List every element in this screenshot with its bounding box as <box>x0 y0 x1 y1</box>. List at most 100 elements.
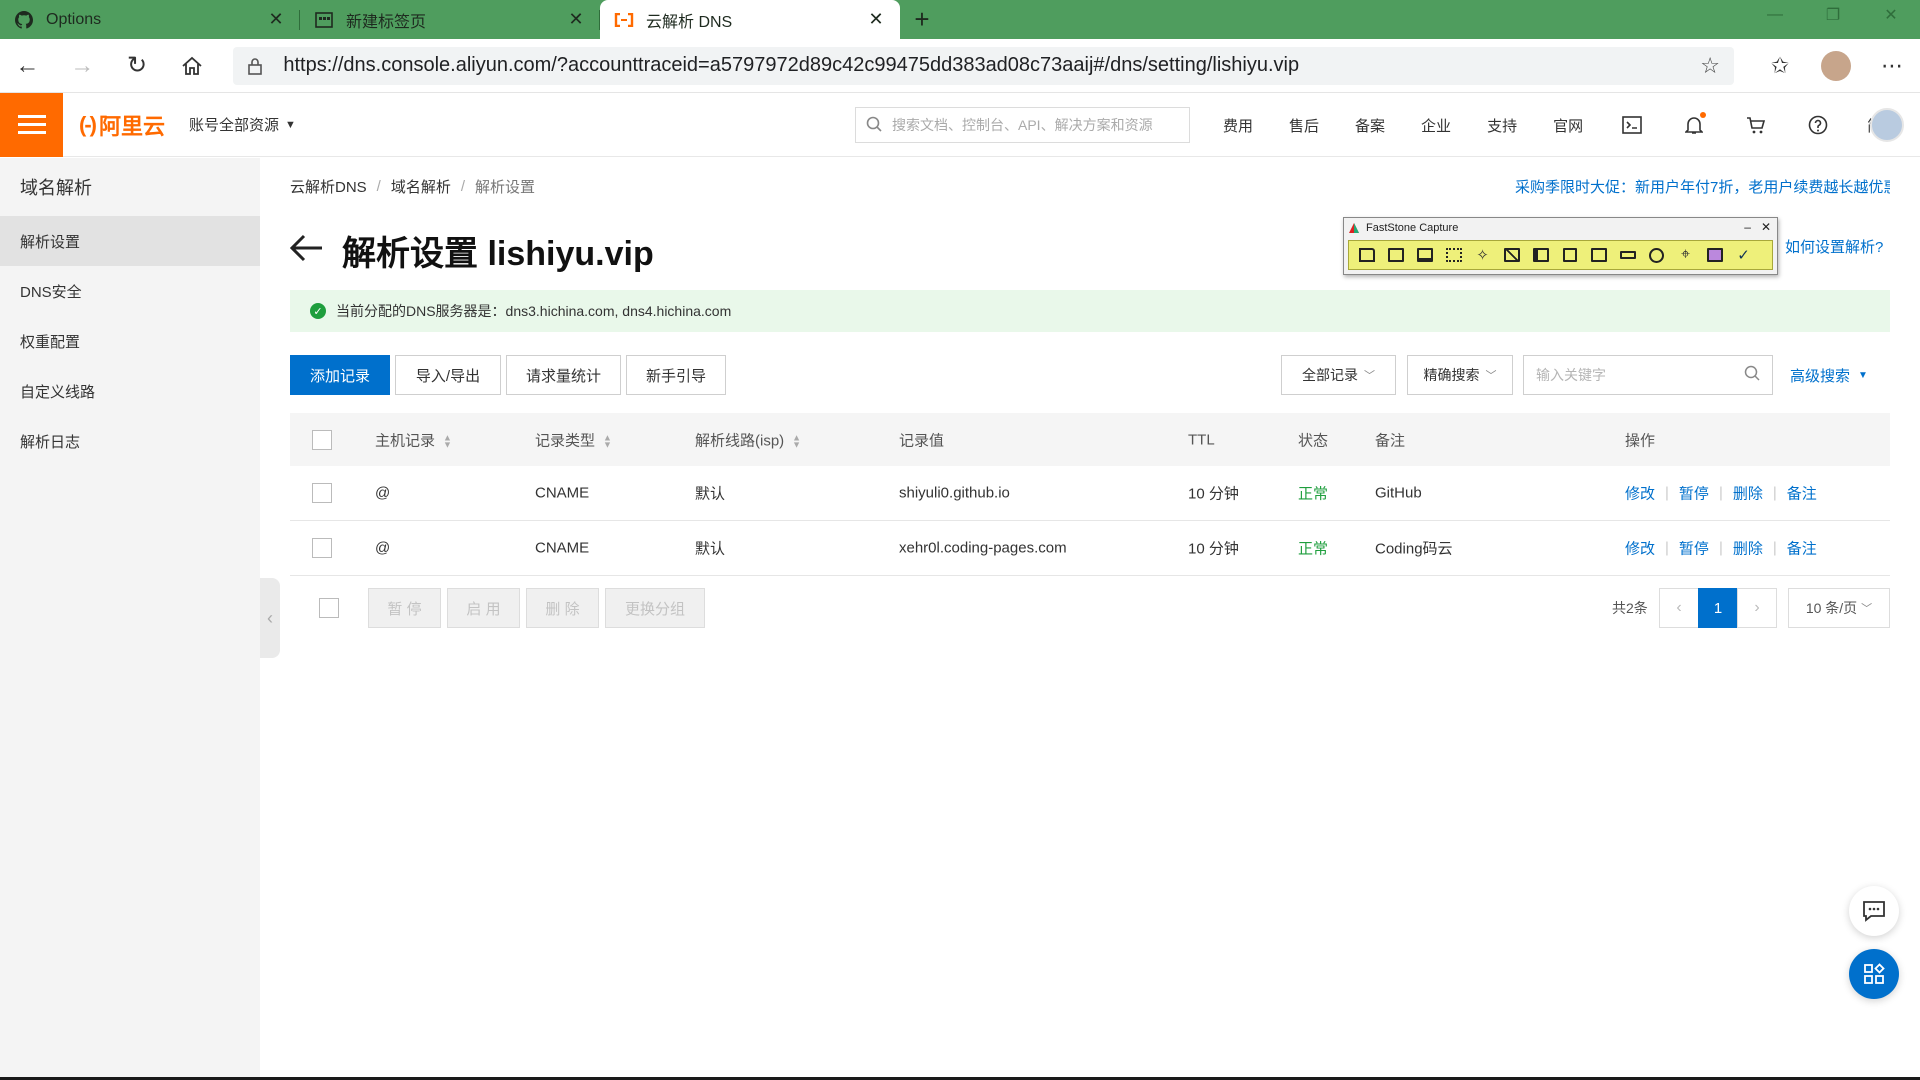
settings-menu-icon[interactable]: ✓ <box>1730 243 1757 267</box>
bulk-delete-button[interactable]: 删 除 <box>526 588 599 628</box>
keyword-input[interactable] <box>1536 367 1744 383</box>
next-page-chevron-icon[interactable]: › <box>1737 588 1777 628</box>
capture-fullscreen-icon[interactable] <box>1498 243 1525 267</box>
capture-object-icon[interactable] <box>1411 243 1438 267</box>
prev-page-chevron-icon[interactable]: ‹ <box>1659 588 1699 628</box>
bell-icon[interactable] <box>1679 110 1709 140</box>
nav-link-support[interactable]: 支持 <box>1487 115 1517 136</box>
nav-link-enterprise[interactable]: 企业 <box>1421 115 1451 136</box>
add-record-button[interactable]: 添加记录 <box>290 355 390 395</box>
request-stats-button[interactable]: 请求量统计 <box>506 355 621 395</box>
back-arrow-icon[interactable]: ← <box>0 39 55 93</box>
terminal-icon[interactable] <box>1617 110 1647 140</box>
sidebar-item-resolution-logs[interactable]: 解析日志 <box>0 416 260 466</box>
help-icon[interactable] <box>1803 110 1833 140</box>
close-tab-icon[interactable]: ✕ <box>866 9 886 30</box>
ruler-icon[interactable] <box>1614 243 1641 267</box>
bulk-pause-button[interactable]: 暂 停 <box>368 588 441 628</box>
search-mode-select[interactable]: 精确搜索 ﹀ <box>1407 355 1513 395</box>
column-header-host[interactable]: 主机记录 ▲ ▼ <box>375 429 452 450</box>
import-export-button[interactable]: 导入/导出 <box>395 355 501 395</box>
nav-link-fees[interactable]: 费用 <box>1223 115 1253 136</box>
faststone-close-icon[interactable]: ✕ <box>1761 220 1771 234</box>
record-filter-select[interactable]: 全部记录 ﹀ <box>1281 355 1396 395</box>
breadcrumb-item-domain[interactable]: 域名解析 <box>391 176 451 197</box>
color-picker-crosshair-icon[interactable]: ⌖ <box>1672 243 1699 267</box>
page-size-select[interactable]: 10 条/页 ﹀ <box>1788 588 1890 628</box>
screen-recorder-icon[interactable] <box>1585 243 1612 267</box>
sidebar-item-weight-config[interactable]: 权重配置 <box>0 316 260 366</box>
nav-link-official[interactable]: 官网 <box>1553 115 1583 136</box>
output-clipboard-icon[interactable] <box>1701 243 1728 267</box>
breadcrumb-item-dns[interactable]: 云解析DNS <box>290 176 367 197</box>
hamburger-menu-icon[interactable] <box>0 92 63 157</box>
remark-link[interactable]: 备注 <box>1787 483 1817 504</box>
new-tab-button[interactable]: + <box>900 0 944 39</box>
promo-link[interactable]: 采购季限时大促：新用户年付7折，老用户续费越长越优惠 <box>1515 176 1890 197</box>
chat-icon[interactable] <box>1849 886 1899 936</box>
how-to-setup-link[interactable]: 如何设置解析? <box>1785 236 1883 257</box>
edit-link[interactable]: 修改 <box>1625 483 1655 504</box>
faststone-title-bar[interactable]: FastStone Capture – ✕ <box>1344 218 1777 238</box>
page-number-current[interactable]: 1 <box>1698 588 1738 628</box>
forward-arrow-icon[interactable]: → <box>55 39 110 93</box>
apps-grid-icon[interactable] <box>1849 949 1899 999</box>
pause-link[interactable]: 暂停 <box>1679 538 1709 559</box>
bulk-select-checkbox[interactable] <box>319 598 339 618</box>
edit-link[interactable]: 修改 <box>1625 538 1655 559</box>
account-scope-select[interactable]: 账号全部资源 ▼ <box>189 114 296 135</box>
capture-window-icon[interactable] <box>1382 243 1409 267</box>
capture-freehand-icon[interactable]: ✧ <box>1469 243 1496 267</box>
sidebar-item-resolution-settings[interactable]: 解析设置 <box>0 216 260 266</box>
sort-icon[interactable]: ▲ ▼ <box>443 433 452 449</box>
browser-tab-options[interactable]: Options ✕ <box>0 0 300 39</box>
select-all-checkbox[interactable] <box>312 429 332 450</box>
column-header-type[interactable]: 记录类型 ▲ ▼ <box>535 429 612 450</box>
user-avatar[interactable] <box>1870 108 1904 142</box>
sidebar-item-custom-lines[interactable]: 自定义线路 <box>0 366 260 416</box>
faststone-minimize-icon[interactable]: – <box>1744 220 1751 234</box>
favorites-icon[interactable]: ✩ <box>1752 39 1808 93</box>
sidebar-collapse-chevron-icon[interactable]: ‹ <box>260 578 280 658</box>
sort-icon[interactable]: ▲ ▼ <box>603 433 612 449</box>
close-tab-icon[interactable]: ✕ <box>566 9 586 30</box>
back-arrow-icon[interactable] <box>289 229 324 272</box>
change-group-button[interactable]: 更换分组 <box>605 588 705 628</box>
column-header-line[interactable]: 解析线路(isp) ▲ ▼ <box>695 429 801 450</box>
row-checkbox[interactable] <box>312 483 332 503</box>
keyword-search-field[interactable] <box>1523 355 1773 395</box>
url-bar[interactable]: https://dns.console.aliyun.com/?accountt… <box>233 46 1735 85</box>
aliyun-logo[interactable]: (-) 阿里云 <box>79 109 165 141</box>
capture-region-icon[interactable] <box>1440 243 1467 267</box>
sidebar-item-dns-security[interactable]: DNS安全 <box>0 266 260 316</box>
console-search-input[interactable]: 搜索文档、控制台、API、解决方案和资源 <box>855 107 1190 143</box>
capture-fixed-region-icon[interactable] <box>1556 243 1583 267</box>
search-icon[interactable] <box>1744 365 1760 385</box>
restore-icon[interactable]: ❐ <box>1804 0 1862 30</box>
bulk-enable-button[interactable]: 启 用 <box>447 588 520 628</box>
bookmark-star-icon[interactable]: ☆ <box>1700 53 1720 79</box>
row-checkbox[interactable] <box>312 538 332 558</box>
sort-icon[interactable]: ▲ ▼ <box>792 433 801 449</box>
browser-tab-newtab[interactable]: 新建标签页 ✕ <box>300 0 600 39</box>
more-menu-icon[interactable]: ⋯ <box>1864 39 1920 93</box>
delete-link[interactable]: 删除 <box>1733 483 1763 504</box>
close-window-icon[interactable]: ✕ <box>1862 0 1920 30</box>
nav-link-filing[interactable]: 备案 <box>1355 115 1385 136</box>
remark-link[interactable]: 备注 <box>1787 538 1817 559</box>
advanced-search-toggle[interactable]: 高级搜索 ▼ <box>1790 355 1868 395</box>
faststone-capture-widget[interactable]: FastStone Capture – ✕ ✧ ⌖ ✓ <box>1343 217 1778 275</box>
capture-scrolling-icon[interactable] <box>1527 243 1554 267</box>
pause-link[interactable]: 暂停 <box>1679 483 1709 504</box>
open-folder-icon[interactable] <box>1353 243 1380 267</box>
profile-avatar[interactable] <box>1821 50 1852 81</box>
close-tab-icon[interactable]: ✕ <box>266 9 286 30</box>
delete-link[interactable]: 删除 <box>1733 538 1763 559</box>
minimize-icon[interactable]: — <box>1746 0 1804 30</box>
cart-icon[interactable] <box>1741 110 1771 140</box>
magnifier-icon[interactable] <box>1643 243 1670 267</box>
guide-button[interactable]: 新手引导 <box>626 355 726 395</box>
reload-icon[interactable]: ↻ <box>110 39 165 93</box>
browser-tab-dns[interactable]: 云解析 DNS ✕ <box>600 0 900 39</box>
nav-link-aftersale[interactable]: 售后 <box>1289 115 1319 136</box>
